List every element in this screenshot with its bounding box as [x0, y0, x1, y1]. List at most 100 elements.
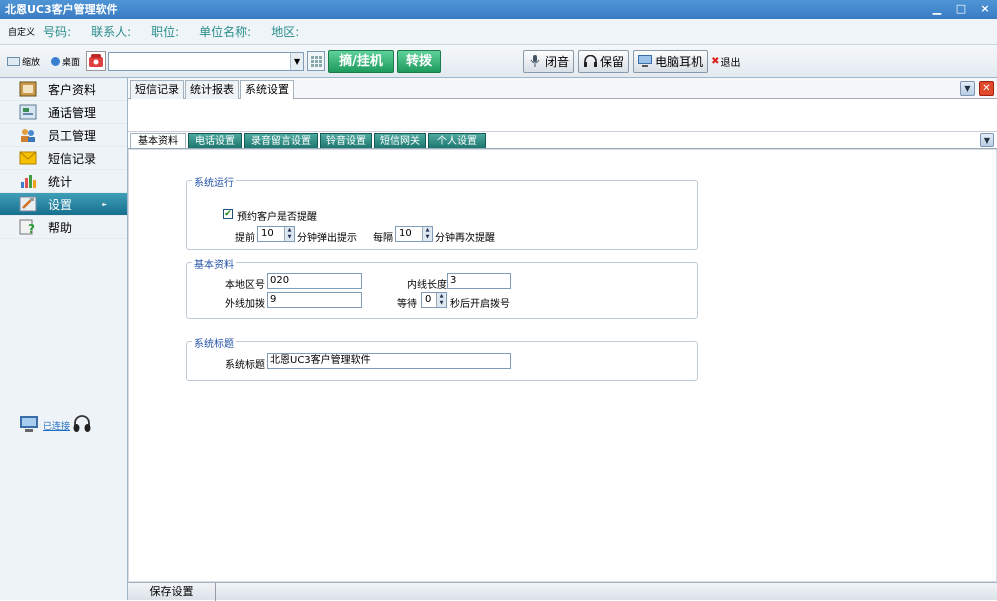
- remind-checkbox[interactable]: ✔: [223, 209, 233, 219]
- ext-length-input[interactable]: 3: [447, 273, 511, 289]
- staff-icon: [18, 126, 38, 144]
- system-title-input[interactable]: 北恩UC3客户管理软件: [267, 353, 511, 369]
- customer-icon: [18, 80, 38, 98]
- spinner-arrows-icon[interactable]: ▲ ▼: [284, 227, 294, 241]
- job-title-label: 职位:: [151, 25, 180, 39]
- subtab-sms-gateway[interactable]: 短信网关: [374, 133, 426, 148]
- customize-link[interactable]: 自定义: [8, 25, 35, 38]
- subtab-recording-settings[interactable]: 录音留言设置: [244, 133, 318, 148]
- tab-stats-report[interactable]: 统计报表: [185, 80, 239, 99]
- keypad-icon[interactable]: [307, 51, 326, 71]
- minimize-window-button[interactable]: ▁: [929, 2, 945, 17]
- sidebar-item-sms[interactable]: 短信记录: [0, 147, 127, 170]
- window-controls: ▁ □ ×: [929, 2, 993, 17]
- every-minutes-spinner[interactable]: 10 ▲ ▼: [395, 226, 433, 242]
- wait-suffix-label: 秒后开启拨号: [450, 299, 510, 310]
- system-title-label: 系统标题: [225, 360, 265, 371]
- company-label: 单位名称:: [199, 25, 252, 39]
- hold-label: 保留: [600, 54, 625, 69]
- pc-headset-button[interactable]: 电脑耳机: [633, 49, 709, 73]
- maximize-window-button[interactable]: □: [953, 2, 969, 17]
- advance-minutes-spinner[interactable]: 10 ▲ ▼: [257, 226, 295, 242]
- wait-seconds-value: 0: [425, 294, 432, 305]
- computer-icon: [18, 415, 40, 436]
- system-run-group: 系统运行 ✔ 预约客户是否提醒 提前 10 ▲ ▼ 分钟弹出提示 每隔 10 ▲ ▼…: [186, 174, 698, 250]
- sidebar: 客户资料 通话管理 员工管理 短信记录 统计 设置 ► ? 帮助 已连接: [0, 78, 128, 600]
- desktop-toggle[interactable]: 桌面: [47, 55, 80, 68]
- minimize-icon: [7, 56, 20, 66]
- advance-suffix-label: 分钟弹出提示: [297, 233, 357, 244]
- ext-length-label: 内线长度: [407, 280, 447, 291]
- wait-seconds-spinner[interactable]: 0 ▲ ▼: [421, 292, 447, 308]
- advance-label: 提前: [235, 233, 255, 244]
- settings-icon: [18, 195, 38, 213]
- sub-tab-strip: 基本资料 电话设置 录音留言设置 铃音设置 短信网关 个人设置 ▼: [128, 132, 997, 149]
- every-minutes-value: 10: [399, 228, 412, 239]
- computer-icon: [638, 54, 653, 68]
- tab-header-pane: [128, 99, 997, 132]
- chevron-down-icon[interactable]: ▼: [290, 52, 304, 70]
- wait-label: 等待: [397, 299, 417, 310]
- subtab-phone-settings[interactable]: 电话设置: [188, 133, 242, 148]
- toolbar: 缩放 桌面 ▼ 摘/挂机 转拨 闭音 保留 电脑耳机 ✖ 退出: [0, 45, 997, 78]
- exit-label: 退出: [720, 57, 741, 69]
- pc-headset-label: 电脑耳机: [655, 54, 704, 69]
- sidebar-item-label: 通话管理: [48, 105, 97, 120]
- sidebar-item-label: 统计: [48, 174, 73, 189]
- main-panel: 短信记录 统计报表 系统设置 ▼ ✕ 基本资料 电话设置 录音留言设置 铃音设置…: [128, 78, 997, 601]
- save-settings-button[interactable]: 保存设置: [128, 583, 216, 601]
- sidebar-item-customers[interactable]: 客户资料: [0, 78, 127, 101]
- mute-button[interactable]: 闭音: [523, 49, 575, 73]
- pickup-hangup-button[interactable]: 摘/挂机: [328, 49, 395, 73]
- outside-prefix-input[interactable]: 9: [267, 292, 362, 308]
- every-label: 每隔: [373, 233, 393, 244]
- subtab-personal-settings[interactable]: 个人设置: [428, 133, 486, 148]
- sidebar-item-label: 帮助: [48, 220, 73, 235]
- dial-number-combo[interactable]: ▼: [108, 51, 305, 71]
- headphones-icon: [583, 54, 597, 68]
- desktop-label: 桌面: [62, 57, 81, 68]
- subtab-menu-chevron-icon[interactable]: ▼: [980, 133, 994, 147]
- sidebar-item-staff[interactable]: 员工管理: [0, 124, 127, 147]
- title-bar: 北恩UC3客户管理软件 ▁ □ ×: [0, 0, 997, 19]
- region-label: 地区:: [271, 25, 300, 39]
- chevron-right-icon: ►: [102, 200, 107, 208]
- area-code-input[interactable]: 020: [267, 273, 362, 289]
- headset-icon: [73, 414, 91, 437]
- system-title-group: 系统标题 系统标题 北恩UC3客户管理软件: [186, 335, 698, 381]
- sidebar-item-calls[interactable]: 通话管理: [0, 101, 127, 124]
- tab-sms-records[interactable]: 短信记录: [130, 80, 184, 99]
- transfer-button[interactable]: 转拨: [397, 49, 442, 73]
- close-tab-icon[interactable]: ✕: [979, 81, 994, 96]
- area-code-label: 本地区号: [225, 280, 265, 291]
- exit-button[interactable]: ✖ 退出: [711, 54, 740, 69]
- sidebar-item-help[interactable]: ? 帮助: [0, 216, 127, 239]
- phone-icon[interactable]: [86, 51, 107, 71]
- call-icon: [18, 103, 38, 121]
- remind-label: 预约客户是否提醒: [237, 212, 317, 223]
- close-window-button[interactable]: ×: [977, 2, 993, 17]
- minimize-toggle[interactable]: 缩放: [7, 55, 40, 68]
- close-icon: ✖: [711, 55, 720, 67]
- system-title-legend: 系统标题: [192, 335, 236, 350]
- connection-status-text: 已连接: [43, 422, 71, 432]
- tab-menu-chevron-icon[interactable]: ▼: [960, 81, 975, 96]
- stats-icon: [18, 172, 38, 190]
- sidebar-item-label: 短信记录: [48, 151, 97, 166]
- basic-info-legend: 基本资料: [192, 256, 236, 271]
- sidebar-item-stats[interactable]: 统计: [0, 170, 127, 193]
- spinner-arrows-icon[interactable]: ▲ ▼: [436, 293, 446, 307]
- minimize-label: 缩放: [22, 57, 41, 68]
- subtab-basic-info[interactable]: 基本资料: [130, 133, 186, 148]
- sidebar-item-settings[interactable]: 设置 ►: [0, 193, 127, 216]
- mute-label: 闭音: [545, 54, 570, 69]
- svg-text:?: ?: [28, 222, 35, 235]
- contact-label: 联系人:: [91, 25, 132, 39]
- tab-system-settings[interactable]: 系统设置: [240, 80, 294, 100]
- system-run-legend: 系统运行: [192, 174, 236, 189]
- hold-button[interactable]: 保留: [578, 49, 630, 73]
- sms-icon: [18, 149, 38, 167]
- subtab-ringtone-settings[interactable]: 铃音设置: [320, 133, 372, 148]
- outside-prefix-label: 外线加拨: [225, 299, 265, 310]
- spinner-arrows-icon[interactable]: ▲ ▼: [422, 227, 432, 241]
